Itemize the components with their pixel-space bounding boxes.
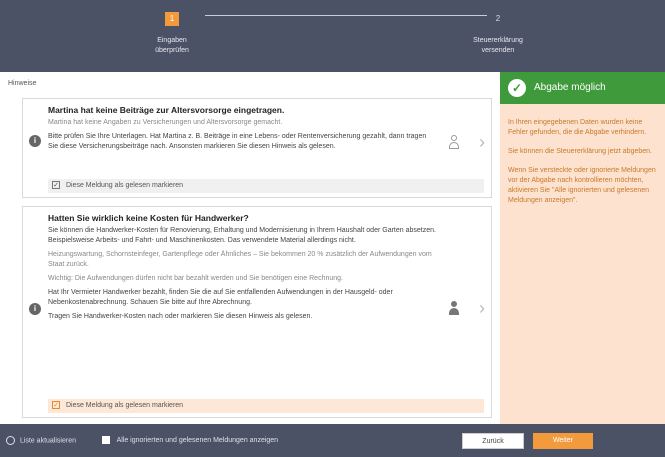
- hint-actions: ›: [449, 299, 485, 319]
- hint-card-handwerker[interactable]: i Hatten Sie wirklich keine Kosten für H…: [22, 206, 492, 418]
- hint-title: Hatten Sie wirklich keine Kosten für Han…: [48, 213, 249, 223]
- hint-card-altersvorsorge[interactable]: i Martina hat keine Beiträge zur Altersv…: [22, 98, 492, 198]
- hints-list: i Martina hat keine Beiträge zur Altersv…: [22, 94, 492, 420]
- main-content: Hinweise i Martina hat keine Beiträge zu…: [0, 72, 665, 424]
- status-header: ✓ Abgabe möglich: [500, 72, 665, 104]
- show-ignored-checkbox[interactable]: Alle ignorierten und gelesenen Meldungen…: [102, 436, 278, 444]
- hint-paragraph: Tragen Sie Handwerker-Kosten nach oder m…: [48, 313, 313, 320]
- status-description: In Ihren eingegebenen Daten wurden keine…: [508, 118, 658, 215]
- mark-as-read-label: Diese Meldung als gelesen markieren: [65, 402, 184, 409]
- step-steuererklaerung-versenden: 2 Steuererklärung versenden: [443, 8, 553, 56]
- section-title: Hinweise: [8, 80, 37, 87]
- bottom-bar: Liste aktualisieren Alle ignorierten und…: [0, 424, 665, 457]
- refresh-list-button[interactable]: Liste aktualisieren: [6, 436, 76, 445]
- person-icon[interactable]: [449, 301, 459, 315]
- next-button[interactable]: Weiter: [533, 433, 593, 449]
- step-eingaben-pruefen: 1 Eingaben überprüfen: [117, 8, 227, 56]
- back-button[interactable]: Zurück: [462, 433, 524, 449]
- chevron-right-icon[interactable]: ›: [479, 299, 485, 317]
- info-icon: i: [29, 135, 41, 147]
- refresh-label: Liste aktualisieren: [19, 437, 76, 445]
- info-icon: i: [29, 303, 41, 315]
- checkbox-icon: ✓: [52, 181, 60, 190]
- hint-body: Hatten Sie wirklich keine Kosten für Han…: [48, 213, 438, 326]
- refresh-icon: [6, 436, 15, 445]
- hint-title: Martina hat keine Beiträge zur Altersvor…: [48, 105, 285, 115]
- status-paragraph: Wenn Sie versteckte oder ignorierte Meld…: [508, 167, 656, 204]
- hint-paragraph: Sie können die Handwerker-Kosten für Ren…: [48, 227, 436, 244]
- show-ignored-label: Alle ignorierten und gelesenen Meldungen…: [116, 436, 279, 444]
- person-icon[interactable]: [449, 135, 459, 149]
- step-label: Eingaben überprüfen: [155, 37, 189, 54]
- status-paragraph: Sie können die Steuererklärung jetzt abg…: [508, 148, 652, 155]
- step-number-badge: 1: [165, 12, 179, 26]
- hint-paragraph: Bitte prüfen Sie Ihre Unterlagen. Hat Ma…: [48, 133, 427, 150]
- hint-body: Martina hat keine Beiträge zur Altersvor…: [48, 105, 438, 156]
- checkbox-icon: [102, 436, 110, 444]
- mark-as-read-checkbox[interactable]: ✓ Diese Meldung als gelesen markieren: [48, 399, 484, 413]
- status-title: Abgabe möglich: [534, 82, 606, 93]
- hint-paragraph: Martina hat keine Angaben zu Versicherun…: [48, 119, 283, 126]
- checkbox-icon: ✓: [52, 401, 60, 410]
- progress-stepper: 1 Eingaben überprüfen 2 Steuererklärung …: [0, 0, 665, 72]
- hint-actions: ›: [449, 133, 485, 153]
- step-number-badge: 2: [495, 14, 501, 23]
- hint-paragraph: Wichtig: Die Aufwendungen dürfen nicht b…: [48, 275, 343, 282]
- hint-paragraph: Hat Ihr Vermieter Handwerker bezahlt, fi…: [48, 289, 393, 306]
- mark-as-read-checkbox[interactable]: ✓ Diese Meldung als gelesen markieren: [48, 179, 484, 193]
- status-panel: ✓ Abgabe möglich In Ihren eingegebenen D…: [500, 72, 665, 424]
- chevron-right-icon[interactable]: ›: [479, 133, 485, 151]
- hint-paragraph: Heizungswartung, Schornsteinfeger, Garte…: [48, 251, 432, 268]
- step-label: Steuererklärung versenden: [473, 37, 523, 54]
- status-paragraph: In Ihren eingegebenen Daten wurden keine…: [508, 119, 647, 136]
- check-icon: ✓: [508, 79, 526, 97]
- mark-as-read-label: Diese Meldung als gelesen markieren: [65, 182, 184, 189]
